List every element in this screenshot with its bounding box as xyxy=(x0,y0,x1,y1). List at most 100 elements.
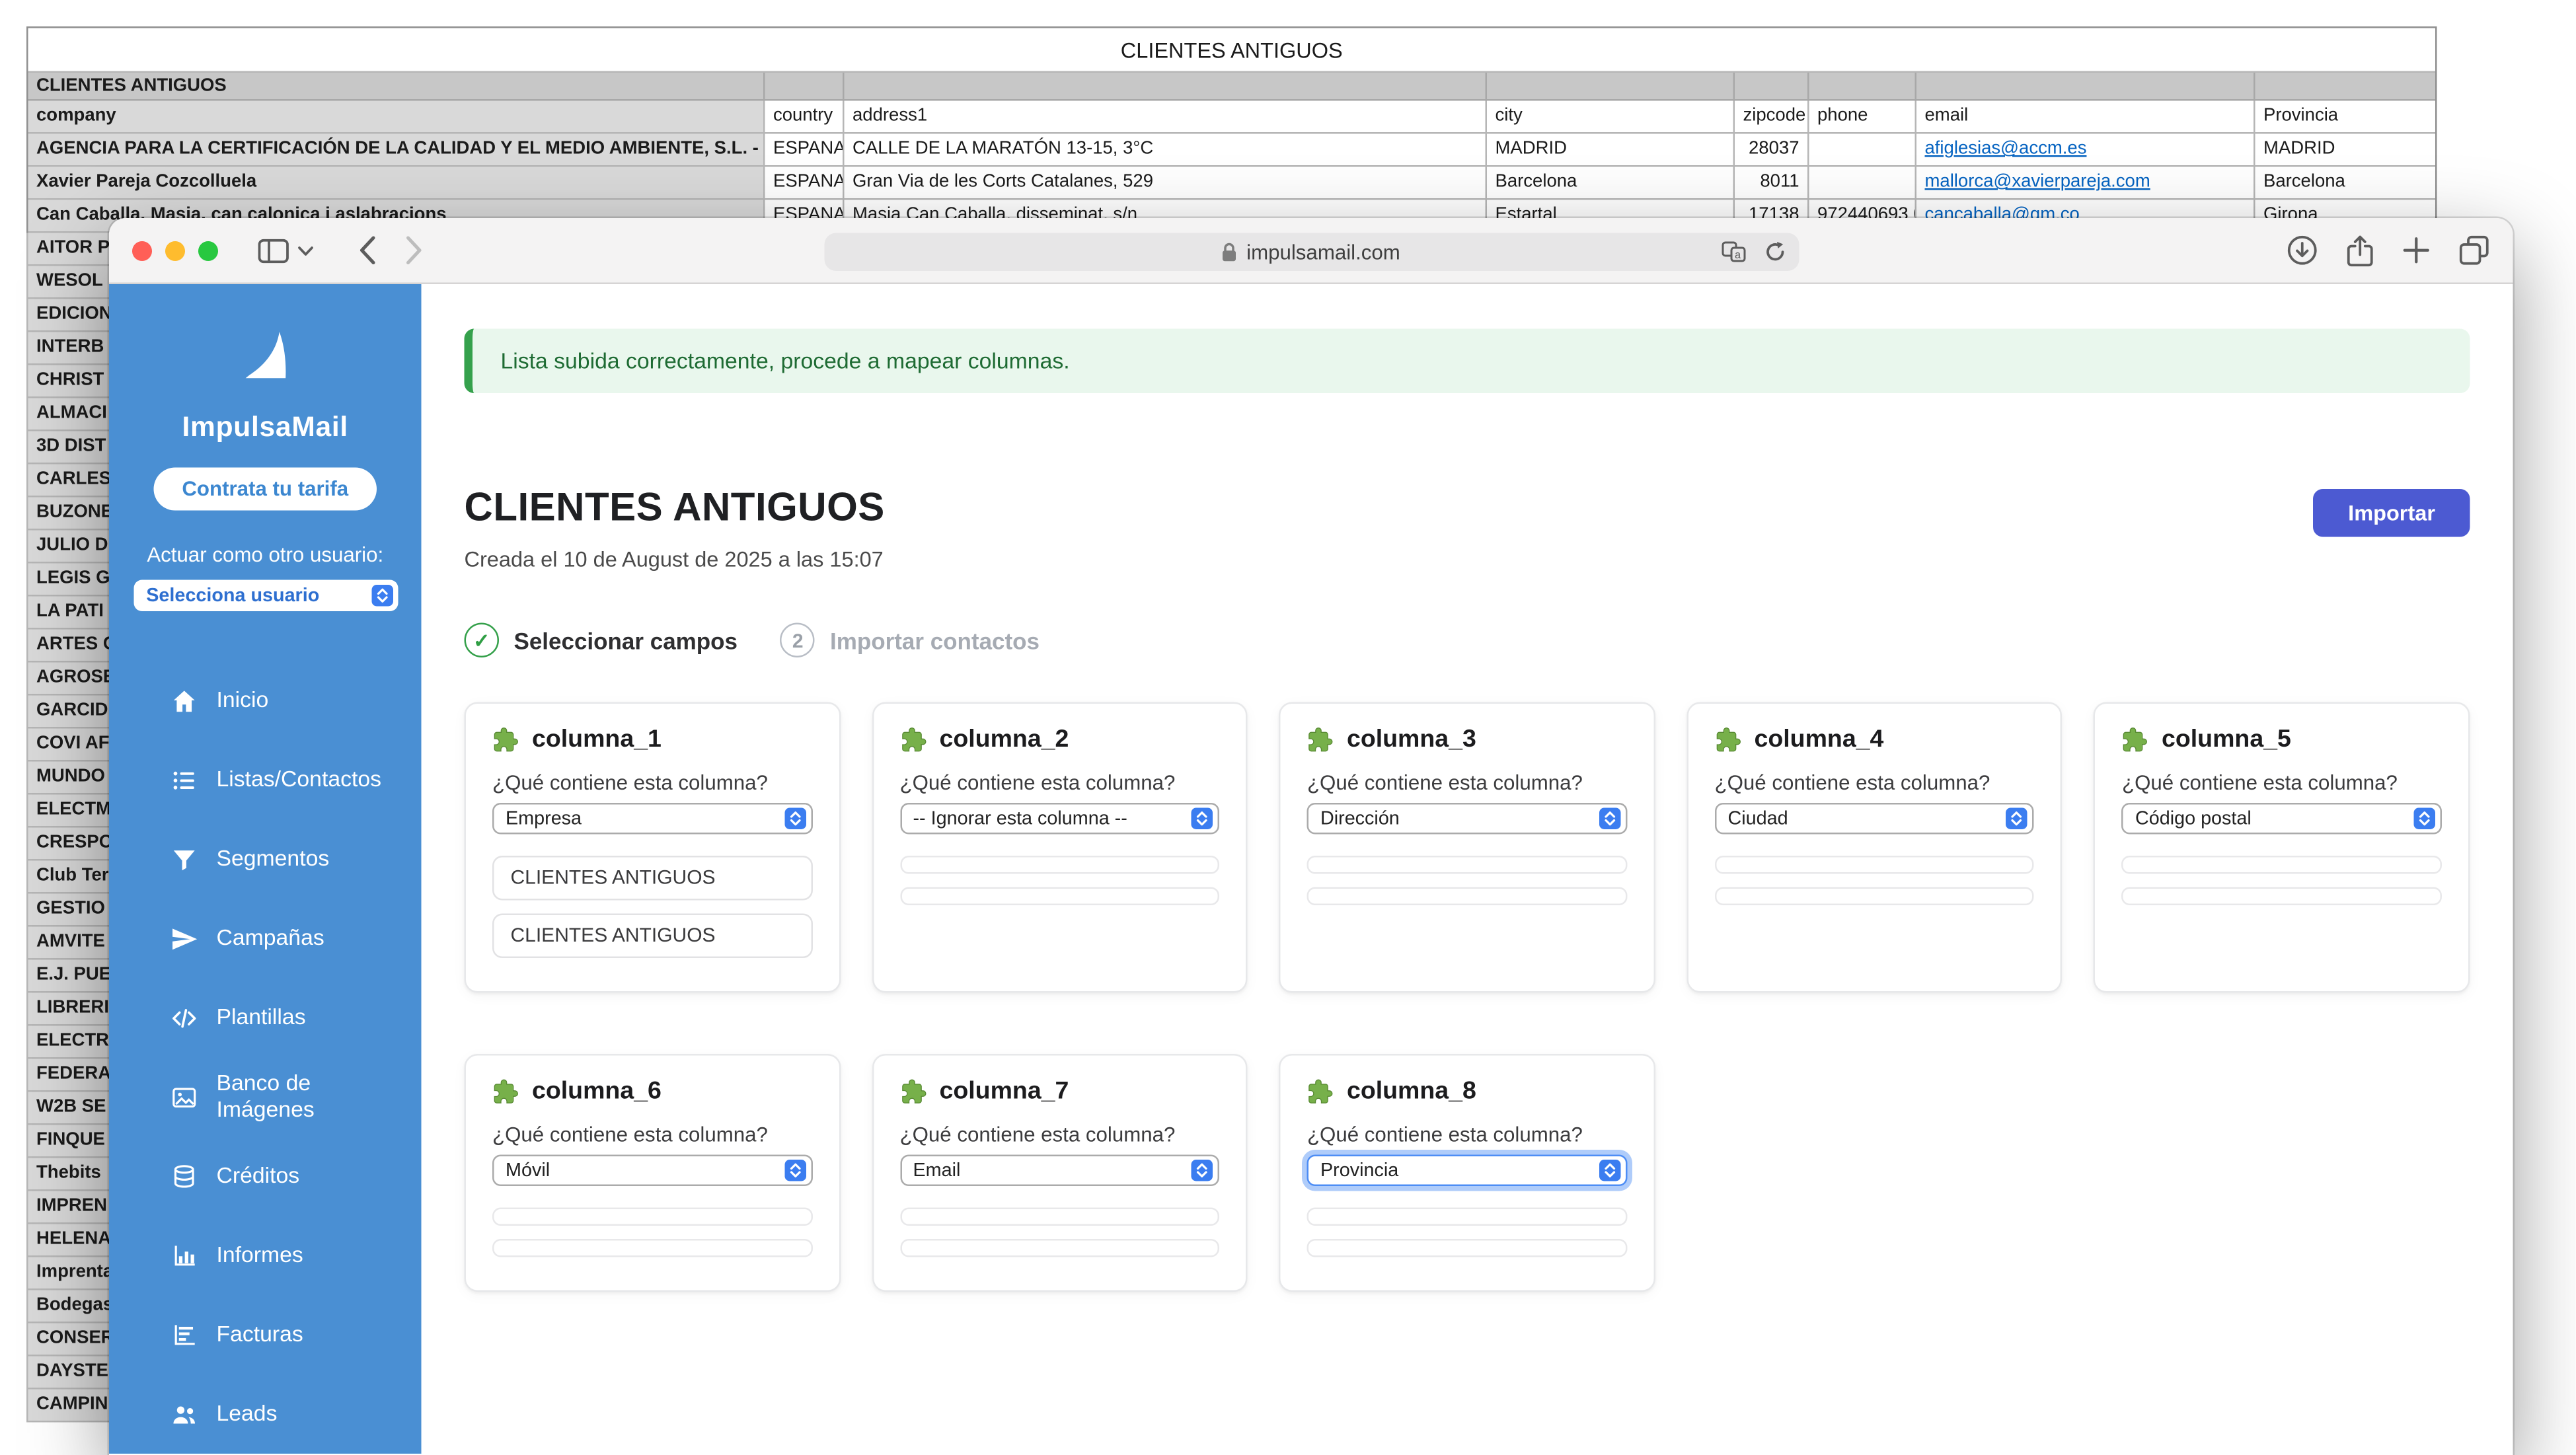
sample-value xyxy=(899,1208,1219,1226)
tab-overview-icon[interactable] xyxy=(2458,235,2490,266)
sidebar-item-creditos[interactable]: Créditos xyxy=(109,1137,422,1216)
sidebar-item-inicio[interactable]: Inicio xyxy=(109,661,422,740)
address-bar[interactable]: impulsamail.com a xyxy=(823,233,1798,272)
column-type-select[interactable]: Código postal xyxy=(2122,803,2442,835)
column-name: columna_2 xyxy=(939,726,1069,754)
column-name: columna_4 xyxy=(1754,726,1883,754)
select-stepper-icon xyxy=(784,1160,806,1181)
puzzle-icon xyxy=(1714,726,1741,753)
zoom-window-button[interactable] xyxy=(198,241,218,260)
cell-address: Gran Via de les Corts Catalanes, 529 xyxy=(845,167,1488,200)
step-select-fields[interactable]: ✓ Seleccionar campos xyxy=(465,623,738,658)
created-at-text: Creada el 10 de August de 2025 a las 15:… xyxy=(465,547,885,572)
cell-city: Barcelona xyxy=(1487,167,1735,200)
cell-phone xyxy=(1809,167,1917,200)
column-type-select[interactable]: Ciudad xyxy=(1714,803,2034,835)
column-card: columna_5 ¿Qué contiene esta columna? Có… xyxy=(2094,702,2470,993)
column-card: columna_6 ¿Qué contiene esta columna? Mó… xyxy=(465,1054,841,1292)
sidebar-item-campanas[interactable]: Campañas xyxy=(109,899,422,978)
sidebar-item-segmentos[interactable]: Segmentos xyxy=(109,819,422,899)
sidebar-nav: Inicio Listas/Contactos Segmentos Campañ… xyxy=(109,661,422,1454)
sample-values: CLIENTES ANTIGUOSCLIENTES ANTIGUOS xyxy=(492,856,812,958)
sheet-header-row: companycountryaddress1cityzipcodephoneem… xyxy=(28,101,2436,134)
impersonate-label: Actuar como otro usuario: xyxy=(109,544,422,567)
cell-country: ESPANA xyxy=(765,134,845,167)
sample-value: CLIENTES ANTIGUOS xyxy=(492,856,812,901)
column-type-select[interactable]: Provincia xyxy=(1307,1155,1627,1187)
column-mapping-grid: columna_1 ¿Qué contiene esta columna? Em… xyxy=(465,702,2470,1292)
sidebar-item-plantillas[interactable]: Plantillas xyxy=(109,978,422,1057)
new-tab-icon[interactable] xyxy=(2402,237,2431,265)
close-window-button[interactable] xyxy=(132,241,152,260)
impulsamail-logo xyxy=(225,327,305,390)
sidebar-toggle-icon[interactable] xyxy=(258,235,289,265)
select-stepper-icon xyxy=(1599,1160,1620,1181)
back-button[interactable] xyxy=(357,235,377,266)
sample-values xyxy=(1714,856,2034,905)
import-button[interactable]: Importar xyxy=(2314,489,2470,537)
cell-zipcode: 28037 xyxy=(1735,134,1809,167)
column-type-select[interactable]: -- Ignorar esta columna -- xyxy=(899,803,1219,835)
downloads-icon[interactable] xyxy=(2287,235,2318,266)
sample-value xyxy=(899,1239,1219,1257)
sidebar-item-facturas[interactable]: Facturas xyxy=(109,1295,422,1374)
main-content: Lista subida correctamente, procede a ma… xyxy=(422,284,2513,1454)
column-question: ¿Qué contiene esta columna? xyxy=(2122,772,2442,795)
column-type-select[interactable]: Empresa xyxy=(492,803,812,835)
column-card: columna_8 ¿Qué contiene esta columna? Pr… xyxy=(1279,1054,1655,1292)
desktop: CLIENTES ANTIGUOS CLIENTES ANTIGUOS comp… xyxy=(0,0,2576,1455)
table-row: Xavier Pareja Cozcolluela ESPANA Gran Vi… xyxy=(28,167,2436,200)
invoice-icon xyxy=(170,1321,199,1349)
sidebar-item-leads[interactable]: Leads xyxy=(109,1374,422,1454)
url-text: impulsamail.com xyxy=(1246,241,1400,264)
column-type-select[interactable]: Email xyxy=(899,1155,1219,1187)
translate-icon[interactable]: a xyxy=(1721,241,1746,263)
sample-values xyxy=(2122,856,2442,905)
user-select[interactable]: Selecciona usuario xyxy=(133,580,397,612)
puzzle-icon xyxy=(492,726,519,753)
chevron-down-icon[interactable] xyxy=(297,244,314,257)
svg-text:a: a xyxy=(1734,249,1741,261)
sidebar-item-banco-imagenes[interactable]: Banco de Imágenes xyxy=(109,1057,422,1137)
sample-value xyxy=(1307,1239,1627,1257)
reload-icon[interactable] xyxy=(1764,241,1786,263)
column-name: columna_7 xyxy=(939,1077,1069,1105)
sheet-band-row: CLIENTES ANTIGUOS xyxy=(28,73,2436,101)
browser-titlebar[interactable]: impulsamail.com a xyxy=(109,218,2513,284)
sidebar-item-informes[interactable]: Informes xyxy=(109,1216,422,1295)
selected-option: Email xyxy=(913,1160,960,1180)
selected-option: Empresa xyxy=(506,809,582,829)
sheet-header-cell: company xyxy=(28,101,765,134)
sidebar-item-listas-contactos[interactable]: Listas/Contactos xyxy=(109,740,422,819)
sample-values xyxy=(899,856,1219,905)
cell-country: ESPANA xyxy=(765,167,845,200)
bar-chart-icon xyxy=(170,1242,199,1270)
users-icon xyxy=(170,1400,199,1429)
column-question: ¿Qué contiene esta columna? xyxy=(1307,772,1627,795)
puzzle-icon xyxy=(899,1078,926,1104)
share-icon[interactable] xyxy=(2346,234,2374,267)
contract-plan-button[interactable]: Contrata tu tarifa xyxy=(154,468,377,511)
step-import-contacts: 2 Importar contactos xyxy=(780,623,1040,658)
minimize-window-button[interactable] xyxy=(165,241,185,260)
forward-button[interactable] xyxy=(405,235,425,266)
sample-value xyxy=(492,1208,812,1226)
traffic-lights xyxy=(132,241,218,260)
select-stepper-icon xyxy=(371,585,393,607)
home-icon xyxy=(170,687,199,715)
select-stepper-icon xyxy=(1192,1160,1213,1181)
spreadsheet: CLIENTES ANTIGUOS CLIENTES ANTIGUOS comp… xyxy=(26,26,2437,235)
column-name: columna_5 xyxy=(2162,726,2291,754)
column-type-select[interactable]: Dirección xyxy=(1307,803,1627,835)
selected-option: Provincia xyxy=(1320,1160,1398,1180)
sheet-header-cell: country xyxy=(765,101,845,134)
user-select-value: Selecciona usuario xyxy=(146,585,319,605)
selected-option: Móvil xyxy=(506,1160,550,1180)
column-card: columna_7 ¿Qué contiene esta columna? Em… xyxy=(872,1054,1248,1292)
sample-values xyxy=(492,1208,812,1257)
column-card: columna_1 ¿Qué contiene esta columna? Em… xyxy=(465,702,841,993)
selected-option: Ciudad xyxy=(1727,809,1788,829)
cell-address: CALLE DE LA MARATÓN 13-15, 3°C xyxy=(845,134,1488,167)
sample-value xyxy=(2122,856,2442,874)
column-type-select[interactable]: Móvil xyxy=(492,1155,812,1187)
